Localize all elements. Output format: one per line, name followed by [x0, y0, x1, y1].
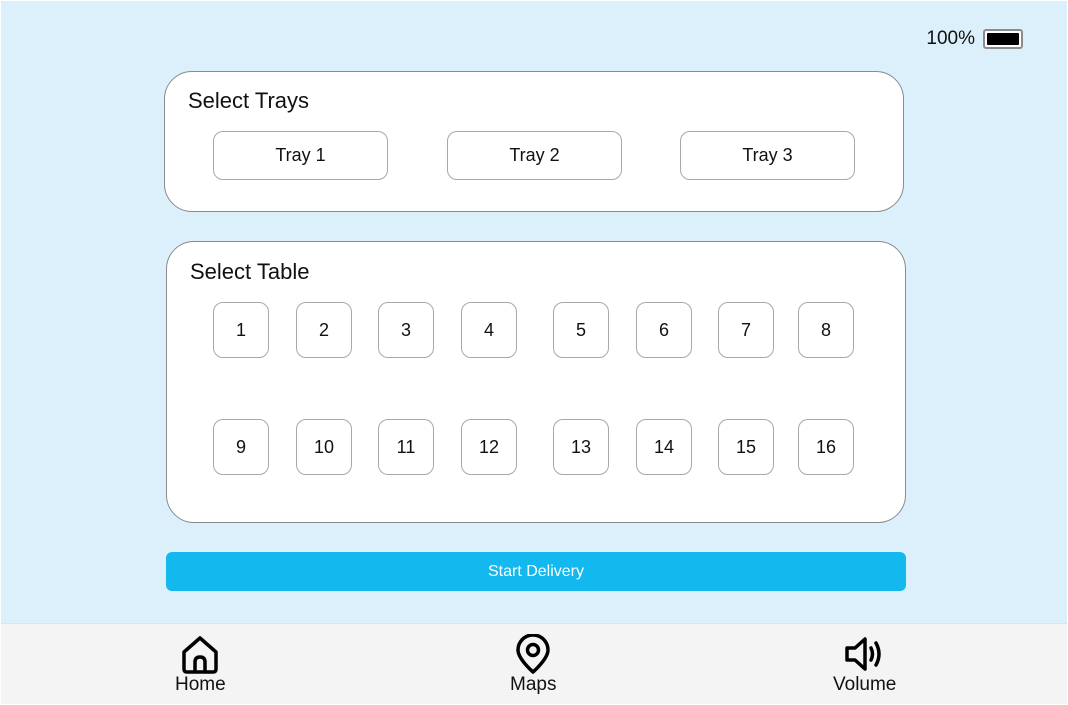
nav-item-maps[interactable]: Maps: [510, 634, 556, 696]
table-4-button[interactable]: 4: [461, 302, 517, 358]
select-table-title: Select Table: [190, 259, 310, 284]
battery-icon: [983, 29, 1023, 49]
table-3-button[interactable]: 3: [378, 302, 434, 358]
tray-3-button[interactable]: Tray 3: [680, 131, 855, 180]
nav-label-maps: Maps: [510, 674, 557, 695]
table-9-button[interactable]: 9: [213, 419, 269, 475]
table-16-button[interactable]: 16: [798, 419, 854, 475]
volume-icon: [844, 637, 881, 671]
table-12-button[interactable]: 12: [461, 419, 517, 475]
app-screen: 100% Select Trays Tray 1 Tray 2 Tray 3 S…: [1, 1, 1067, 704]
home-icon: [182, 636, 219, 674]
status-bar: 100%: [926, 28, 1023, 50]
table-7-button[interactable]: 7: [718, 302, 774, 358]
table-13-button[interactable]: 13: [553, 419, 609, 475]
map-pin-icon: [516, 634, 550, 674]
nav-label-volume: Volume: [833, 674, 897, 695]
table-6-button[interactable]: 6: [636, 302, 692, 358]
table-2-button[interactable]: 2: [296, 302, 352, 358]
tray-1-button[interactable]: Tray 1: [213, 131, 388, 180]
nav-item-volume[interactable]: Volume: [833, 634, 896, 696]
table-10-button[interactable]: 10: [296, 419, 352, 475]
start-delivery-button[interactable]: Start Delivery: [166, 552, 906, 591]
table-14-button[interactable]: 14: [636, 419, 692, 475]
nav-item-home[interactable]: Home: [175, 634, 226, 696]
table-11-button[interactable]: 11: [378, 419, 434, 475]
select-trays-title: Select Trays: [188, 88, 310, 113]
bottom-nav: Home Maps Volume: [1, 623, 1067, 704]
table-15-button[interactable]: 15: [718, 419, 774, 475]
table-5-button[interactable]: 5: [553, 302, 609, 358]
battery-percentage: 100%: [926, 28, 975, 49]
select-table-panel: Select Table 1 2 3 4 5 6 7 8 9 10 11 12 13 14 15 16: [166, 241, 906, 523]
tray-2-button[interactable]: Tray 2: [447, 131, 622, 180]
table-1-button[interactable]: 1: [213, 302, 269, 358]
select-trays-panel: Select Trays Tray 1 Tray 2 Tray 3: [164, 71, 904, 212]
battery-level-fill: [987, 33, 1019, 45]
nav-label-home: Home: [175, 674, 226, 695]
table-8-button[interactable]: 8: [798, 302, 854, 358]
